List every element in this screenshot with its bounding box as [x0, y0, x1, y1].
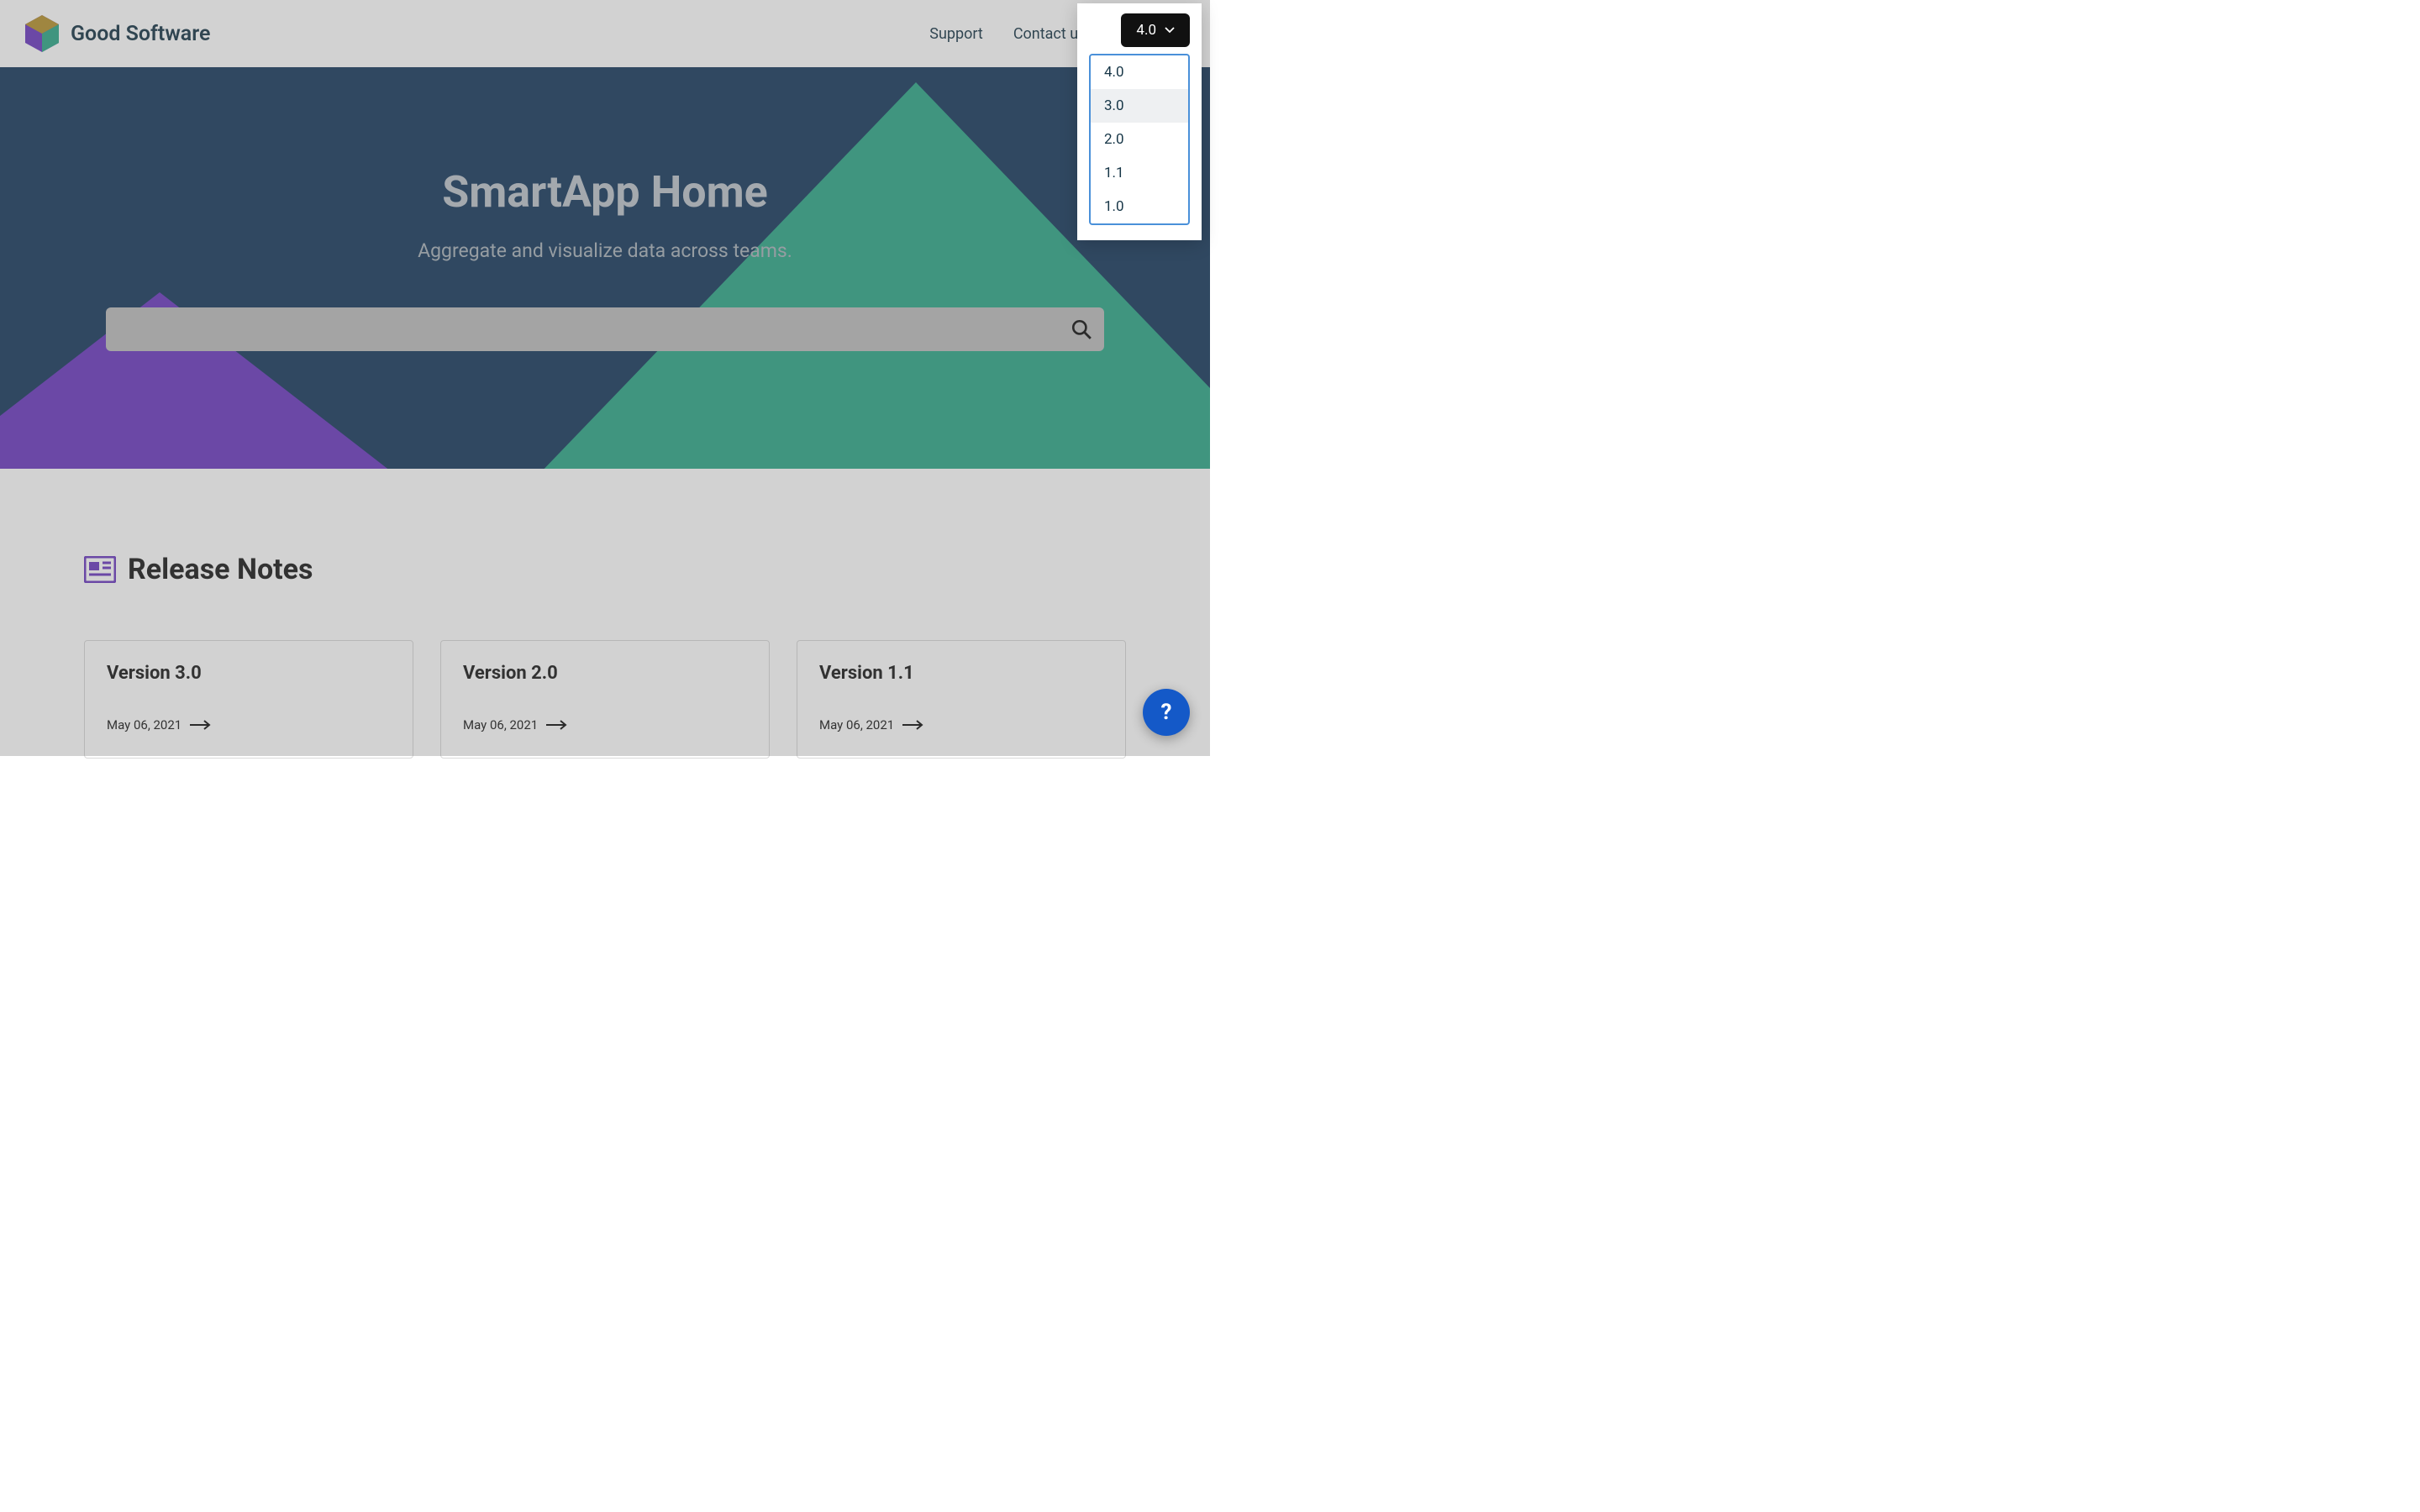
version-dropdown-panel: 4.0 4.0 3.0 2.0 1.1 1.0	[1077, 3, 1202, 240]
version-option-list: 4.0 3.0 2.0 1.1 1.0	[1089, 54, 1190, 225]
version-option[interactable]: 4.0	[1091, 55, 1188, 89]
help-fab[interactable]: ?	[1143, 689, 1190, 736]
modal-overlay[interactable]	[0, 0, 1210, 756]
help-icon: ?	[1161, 700, 1172, 725]
version-selector-button-open[interactable]: 4.0	[1121, 13, 1190, 47]
version-option[interactable]: 3.0	[1091, 89, 1188, 123]
version-selector-label: 4.0	[1136, 22, 1156, 39]
version-option[interactable]: 1.0	[1091, 190, 1188, 223]
version-option[interactable]: 2.0	[1091, 123, 1188, 156]
chevron-down-icon	[1165, 25, 1175, 35]
version-option[interactable]: 1.1	[1091, 156, 1188, 190]
